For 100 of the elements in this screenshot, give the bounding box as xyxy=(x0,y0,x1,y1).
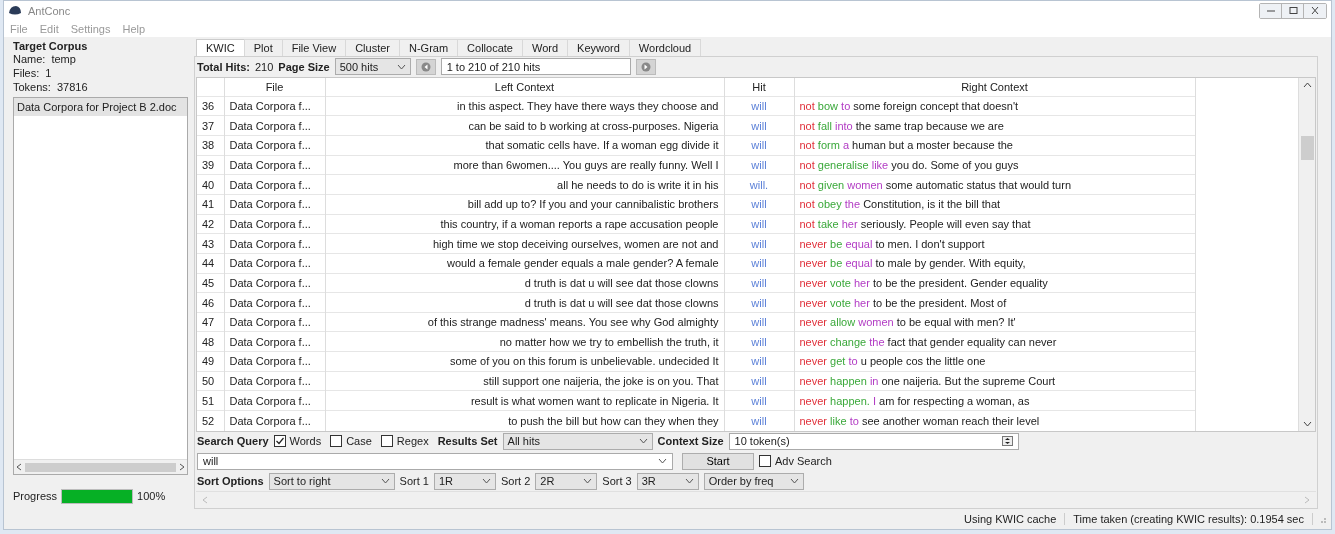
column-header[interactable]: File xyxy=(224,77,325,97)
table-cell: Data Corpora f... xyxy=(224,253,325,273)
table-cell: result is what women want to replicate in Nigeria. It xyxy=(325,390,724,411)
table-cell: will xyxy=(724,96,794,116)
table-cell: will xyxy=(724,253,794,273)
chevron-down-icon xyxy=(658,458,667,465)
chevron-down-icon xyxy=(380,478,390,485)
progress-label: Progress xyxy=(13,490,58,502)
context-size-spinner[interactable]: 10 token(s) xyxy=(728,432,1019,450)
spinner-arrows-icon xyxy=(1001,436,1013,447)
checkbox[interactable] xyxy=(759,455,771,468)
total-hits-value: 210 xyxy=(254,60,274,73)
table-cell: Data Corpora f... xyxy=(224,292,325,313)
column-header[interactable]: Right Context xyxy=(794,77,1195,97)
table-cell: will xyxy=(724,292,794,313)
table-cell: never happen in one naijeria. But the supreme Court xyxy=(794,371,1195,391)
total-hits-label: Total Hits: xyxy=(197,60,250,73)
table-cell: Data Corpora f... xyxy=(224,96,325,116)
section-heading: Target Corpus xyxy=(13,40,89,52)
column-header[interactable]: Left Context xyxy=(325,77,724,97)
chevron-down-icon xyxy=(789,478,799,485)
progress-reading: 100% xyxy=(137,490,166,502)
row-number: 49 xyxy=(197,351,224,372)
table-cell: will xyxy=(724,332,794,352)
table-cell: never change the fact that gender equality can never xyxy=(794,332,1195,352)
checkbox-label: Regex xyxy=(396,435,429,448)
start-button[interactable]: Start xyxy=(682,452,754,470)
sort-mode-dropdown[interactable]: Sort to right xyxy=(268,472,395,490)
table-cell: Data Corpora f... xyxy=(224,332,325,352)
tab[interactable]: Wordcloud xyxy=(628,39,702,56)
table-cell: Data Corpora f... xyxy=(224,351,325,372)
tab[interactable]: Keyword xyxy=(567,39,630,56)
table-cell: more than 6women.... You guys are really funny. Well I xyxy=(325,155,724,175)
page-size-label: Page Size xyxy=(278,60,330,73)
column-header[interactable]: Hit xyxy=(724,77,794,97)
table-cell: Data Corpora f... xyxy=(224,273,325,293)
tab[interactable]: KWIC xyxy=(196,39,245,56)
file-item[interactable]: Data Corpora for Project B 2.doc xyxy=(14,98,187,116)
table-cell: d truth is dat u will see dat those clowns xyxy=(325,273,724,293)
sort-level-dropdown[interactable]: 2R xyxy=(535,472,598,490)
table-cell: would a female gender equals a male gender? A female xyxy=(325,253,724,273)
next-button[interactable] xyxy=(635,58,656,75)
chevron-down-icon xyxy=(396,63,406,70)
arrow-right-icon xyxy=(640,61,651,72)
tab[interactable]: Plot xyxy=(243,39,283,56)
row-number: 40 xyxy=(197,174,224,195)
order-dropdown[interactable]: Order by freq xyxy=(703,472,804,490)
sort-level-dropdown[interactable]: 3R xyxy=(636,472,699,490)
checkbox[interactable] xyxy=(330,435,343,448)
context-size-label: Context Size xyxy=(657,435,724,448)
table-cell: will xyxy=(724,135,794,156)
table-cell: high time we stop deceiving ourselves, women are not and xyxy=(325,233,724,254)
sort-level-label: Sort 1 xyxy=(399,475,429,488)
checkbox[interactable] xyxy=(380,435,393,448)
table-cell: Data Corpora f... xyxy=(224,214,325,234)
row-number: 43 xyxy=(197,233,224,254)
table-cell: never vote her to be the president. Gender equality xyxy=(794,273,1195,293)
table-cell: Data Corpora f... xyxy=(224,174,325,195)
row-number: 51 xyxy=(197,390,224,411)
sort-level-dropdown[interactable]: 1R xyxy=(433,472,496,490)
table-cell: never be equal to male by gender. With equity, xyxy=(794,253,1195,273)
table-cell: that somatic cells have. If a woman egg divide it xyxy=(325,135,724,156)
scrollbar-thumb[interactable] xyxy=(25,462,176,472)
row-number: 39 xyxy=(197,155,224,175)
table-cell: not generalise like you do. Some of you guys xyxy=(794,155,1195,175)
status-text: Using KWIC cache xyxy=(956,513,1066,525)
table-cell: Data Corpora f... xyxy=(224,155,325,175)
table-cell: not given women some automatic status that would turn xyxy=(794,174,1195,195)
row-number: 47 xyxy=(197,312,224,332)
table-cell: never like to see another woman reach their level xyxy=(794,410,1195,431)
checkbox-label: Words xyxy=(289,435,322,448)
row-number: 38 xyxy=(197,135,224,156)
checkbox-label: Case xyxy=(346,435,372,448)
scroll-down-icon xyxy=(1302,420,1312,427)
row-number: 42 xyxy=(197,214,224,234)
table-cell: still support one naijeria, the joke is on you. That xyxy=(325,371,724,391)
search-field[interactable]: will xyxy=(197,452,673,470)
table-cell: will xyxy=(724,410,794,431)
table-cell: Data Corpora f... xyxy=(224,312,325,332)
table-cell: no matter how we try to embellish the truth, it xyxy=(325,332,724,352)
table-cell: all he needs to do is write it in his xyxy=(325,174,724,195)
results-set-dropdown[interactable]: All hits xyxy=(502,432,653,450)
scroll-up-icon xyxy=(1302,81,1312,88)
scroll-left-icon xyxy=(202,496,208,504)
table-cell: can be said to b working at cross-purposes. Nigeria xyxy=(325,115,724,136)
table-cell: never vote her to be the president. Most of xyxy=(794,292,1195,313)
checkbox[interactable] xyxy=(273,435,286,448)
table-cell: Data Corpora f... xyxy=(224,194,325,215)
table-cell: will xyxy=(724,312,794,332)
previous-button[interactable] xyxy=(415,58,436,75)
page-size-dropdown[interactable]: 500 hits xyxy=(334,58,411,76)
table-cell: Data Corpora f... xyxy=(224,233,325,254)
window-title: AntConc xyxy=(28,4,71,17)
table-cell: not take her seriously. People will even say that xyxy=(794,214,1195,234)
scroll-left-icon xyxy=(16,463,22,471)
scrollbar-thumb[interactable] xyxy=(1300,135,1314,160)
table-cell: will xyxy=(724,351,794,372)
field-value: 37816 xyxy=(56,81,88,93)
table-cell: of this strange madness' means. You see why God almighty xyxy=(325,312,724,332)
page-range-field[interactable]: 1 to 210 of 210 hits xyxy=(440,58,631,76)
